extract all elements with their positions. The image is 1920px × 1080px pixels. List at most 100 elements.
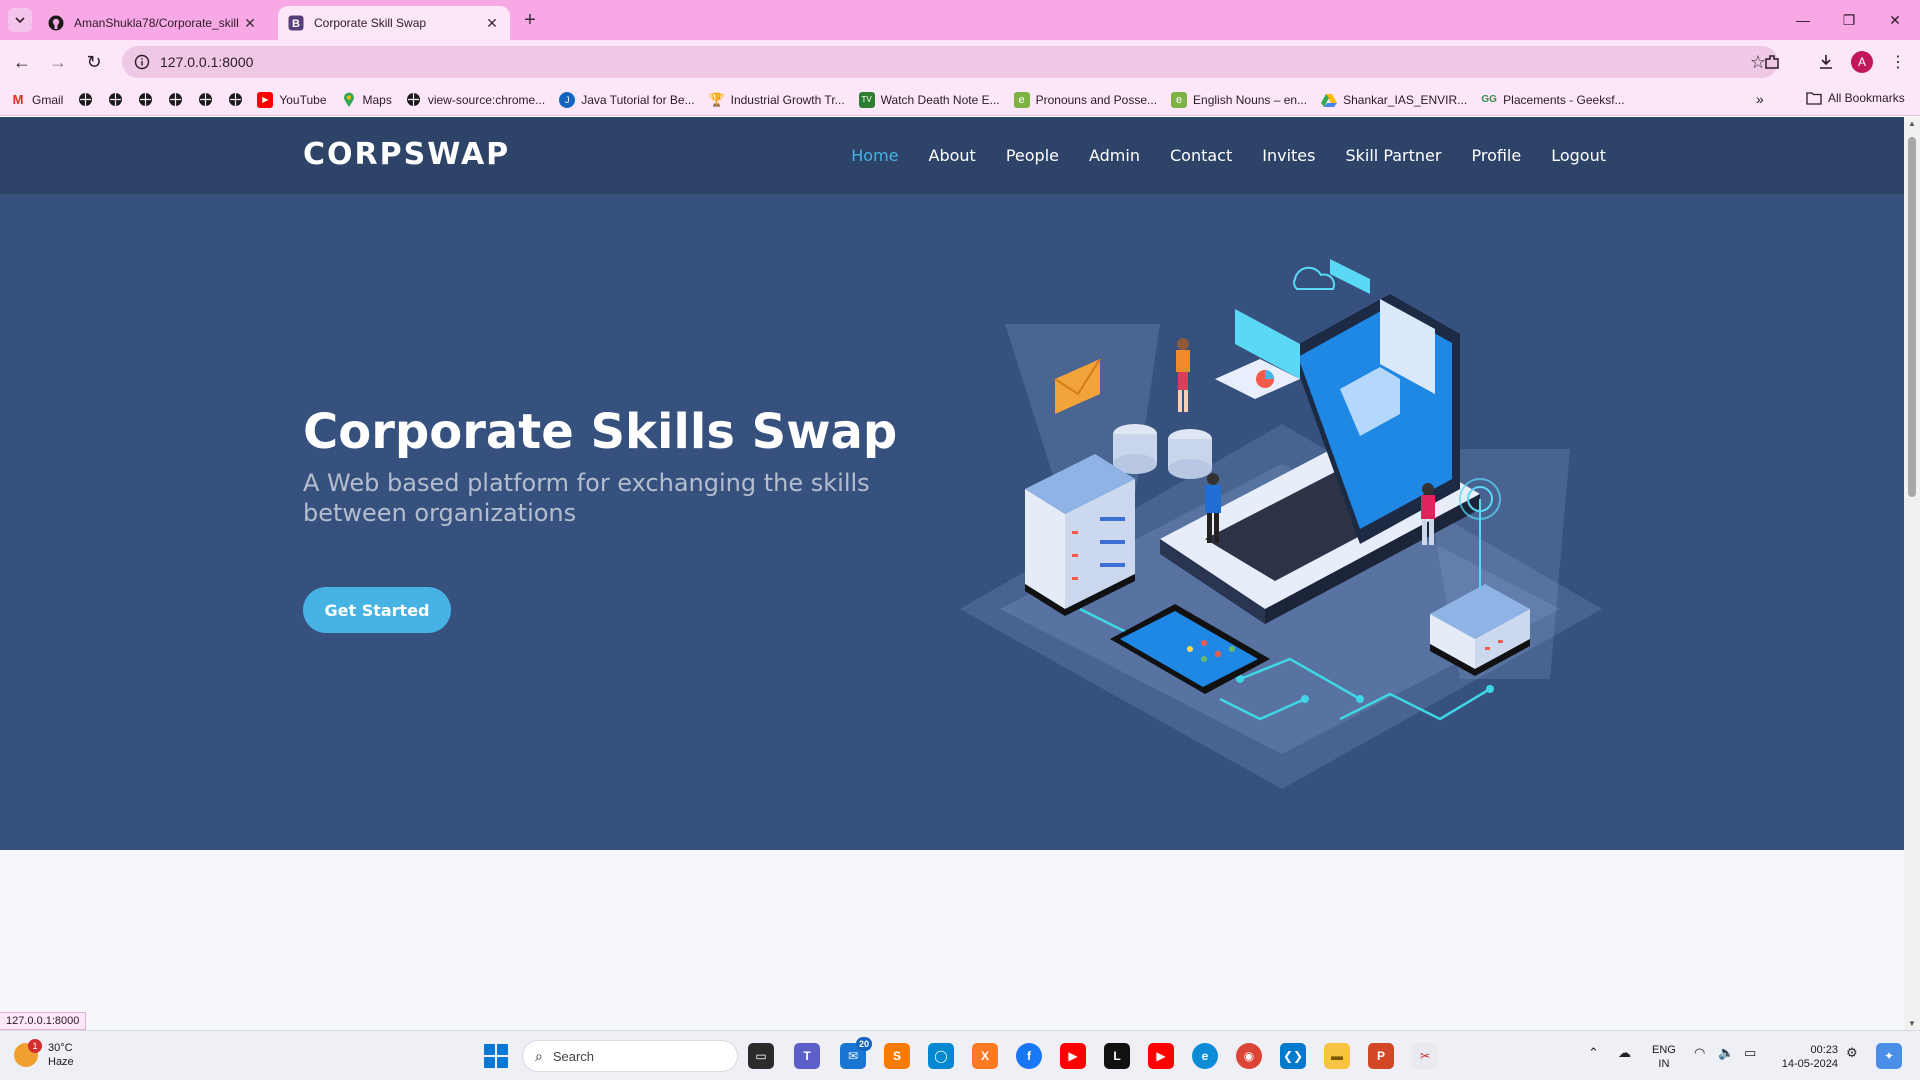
browser-toolbar: ← → ↻ 127.0.0.1:8000 ☆ A ⋮ [0, 40, 1920, 84]
notification-badge: 1 [28, 1039, 42, 1053]
close-window-icon[interactable]: ✕ [1872, 6, 1918, 34]
youtube-music-icon[interactable]: ▶ [1148, 1043, 1174, 1069]
nav-logout[interactable]: Logout [1551, 146, 1606, 165]
weather-condition: Haze [48, 1056, 74, 1068]
teams-icon[interactable]: T [794, 1043, 820, 1069]
bookmark-shankar-ias[interactable]: Shankar_IAS_ENVIR... [1321, 92, 1467, 108]
gfg-icon: GG [1481, 94, 1497, 105]
nav-skill-partner[interactable]: Skill Partner [1345, 146, 1441, 165]
battery-icon[interactable]: ▭ [1744, 1045, 1756, 1061]
bookmark-globe[interactable] [77, 92, 93, 108]
globe-icon [107, 92, 123, 108]
new-tab-button[interactable]: + [520, 10, 540, 30]
youtube-icon[interactable]: ▶ [1060, 1043, 1086, 1069]
nav-profile[interactable]: Profile [1471, 146, 1521, 165]
site-info-icon[interactable] [126, 46, 158, 78]
network-cloud-icon[interactable]: ☁ [1618, 1045, 1631, 1061]
chrome-icon[interactable]: ◉ [1236, 1043, 1262, 1069]
xampp-icon[interactable]: X [972, 1043, 998, 1069]
trophy-icon: 🏆 [708, 91, 725, 107]
nav-about[interactable]: About [929, 146, 976, 165]
get-started-button[interactable]: Get Started [303, 587, 451, 633]
page-viewport: CORPSWAP Home About People Admin Contact… [0, 117, 1904, 1030]
scroll-down-icon[interactable]: ▼ [1907, 1019, 1917, 1028]
restore-icon[interactable]: ❐ [1826, 6, 1872, 34]
tab-corporate-skill-swap[interactable]: B Corporate Skill Swap ✕ [278, 6, 510, 40]
chevron-down-icon [15, 17, 25, 24]
facebook-icon[interactable]: f [1016, 1043, 1042, 1069]
minimize-icon[interactable]: — [1780, 6, 1826, 34]
download-icon[interactable] [1814, 50, 1838, 74]
link-status-bubble: 127.0.0.1:8000 [0, 1012, 87, 1030]
bookmark-death-note[interactable]: TV Watch Death Note E... [858, 91, 1000, 108]
wifi-icon[interactable]: ◠ [1694, 1045, 1705, 1061]
task-view-icon[interactable]: ▭ [748, 1043, 774, 1069]
bookmark-globe[interactable] [107, 92, 123, 108]
bookmark-maps[interactable]: Maps [341, 92, 392, 108]
profile-avatar[interactable]: A [1851, 51, 1873, 73]
java-icon: J [559, 91, 576, 108]
tab-github[interactable]: AmanShukla78/Corporate_skill ✕ [38, 6, 268, 40]
start-button[interactable] [484, 1044, 508, 1068]
powerpoint-icon[interactable]: P [1368, 1043, 1394, 1069]
taskbar-search-placeholder: Search [552, 1048, 595, 1064]
forward-icon[interactable]: → [44, 48, 72, 76]
gmail-icon: M [12, 92, 24, 107]
sony-liv-icon[interactable]: L [1104, 1043, 1130, 1069]
reload-icon[interactable]: ↻ [80, 48, 108, 76]
nav-people[interactable]: People [1006, 146, 1059, 165]
globe-icon [167, 92, 183, 108]
scrollbar-thumb[interactable] [1908, 137, 1916, 497]
close-icon[interactable]: ✕ [242, 15, 258, 31]
nav-admin[interactable]: Admin [1089, 146, 1140, 165]
edge-icon[interactable]: e [1192, 1043, 1218, 1069]
page-scrollbar[interactable]: ▲ ▼ [1904, 117, 1920, 1030]
nav-contact[interactable]: Contact [1170, 146, 1232, 165]
tab-search-button[interactable] [8, 8, 32, 32]
bookmark-globe[interactable] [227, 92, 243, 108]
bookmark-pronouns[interactable]: e Pronouns and Posse... [1013, 91, 1157, 108]
cortana-icon[interactable]: ◯ [928, 1043, 954, 1069]
taskbar-search[interactable]: ⌕ Search [522, 1040, 738, 1072]
nav-home[interactable]: Home [851, 146, 898, 165]
vscode-icon[interactable]: ❮❯ [1280, 1043, 1306, 1069]
system-clock[interactable]: 00:23 14-05-2024 [1774, 1043, 1838, 1071]
extensions-icon[interactable] [1760, 50, 1784, 74]
address-bar[interactable]: 127.0.0.1:8000 ☆ [122, 46, 1778, 78]
svg-text:B: B [292, 18, 300, 30]
close-icon[interactable]: ✕ [484, 15, 500, 31]
shield-icon: TV [858, 91, 875, 108]
bookmark-geeksforgeeks[interactable]: GG Placements - Geeksf... [1481, 92, 1624, 108]
tray-overflow-chevron-icon[interactable]: ⌃ [1588, 1045, 1599, 1061]
sublime-text-icon[interactable]: S [884, 1043, 910, 1069]
copilot-icon[interactable]: ✦ [1876, 1043, 1902, 1069]
input-language[interactable]: ENG IN [1652, 1043, 1676, 1071]
bookmark-view-source[interactable]: view-source:chrome... [406, 92, 545, 108]
site-logo[interactable]: CORPSWAP [303, 137, 510, 172]
bookmark-gmail[interactable]: M Gmail [10, 92, 64, 108]
weather-temp: 30°C [48, 1042, 73, 1054]
bookmark-youtube[interactable]: ▶ YouTube [257, 91, 327, 108]
mail-icon[interactable]: ✉ 20 [840, 1037, 872, 1069]
nav-invites[interactable]: Invites [1262, 146, 1315, 165]
weather-widget[interactable]: 1 30°C Haze [14, 1039, 74, 1069]
bookmark-globe[interactable] [197, 92, 213, 108]
snipping-tool-icon[interactable]: ✂ [1412, 1043, 1438, 1069]
bookmark-english-nouns[interactable]: e English Nouns – en... [1171, 91, 1307, 108]
bookmark-globe[interactable] [167, 92, 183, 108]
notifications-icon[interactable]: ⚙ [1846, 1045, 1858, 1061]
scroll-up-icon[interactable]: ▲ [1907, 119, 1917, 128]
back-icon[interactable]: ← [8, 48, 36, 76]
tab-title: AmanShukla78/Corporate_skill [74, 16, 239, 30]
tab-title: Corporate Skill Swap [314, 16, 427, 30]
browser-tab-bar: AmanShukla78/Corporate_skill ✕ B Corpora… [0, 0, 1920, 40]
bookmark-industrial-growth[interactable]: 🏆 Industrial Growth Tr... [709, 92, 845, 108]
more-bookmarks-chevron-icon[interactable]: » [1756, 91, 1764, 107]
bookmark-globe[interactable] [137, 92, 153, 108]
volume-icon[interactable]: 🔈 [1718, 1045, 1734, 1061]
file-explorer-icon[interactable]: ▬ [1324, 1043, 1350, 1069]
menu-kebab-icon[interactable]: ⋮ [1886, 50, 1910, 74]
bookmark-java-tutorial[interactable]: J Java Tutorial for Be... [559, 91, 695, 108]
all-bookmarks-folder[interactable]: All Bookmarks [1806, 91, 1905, 105]
maps-icon [341, 92, 357, 108]
